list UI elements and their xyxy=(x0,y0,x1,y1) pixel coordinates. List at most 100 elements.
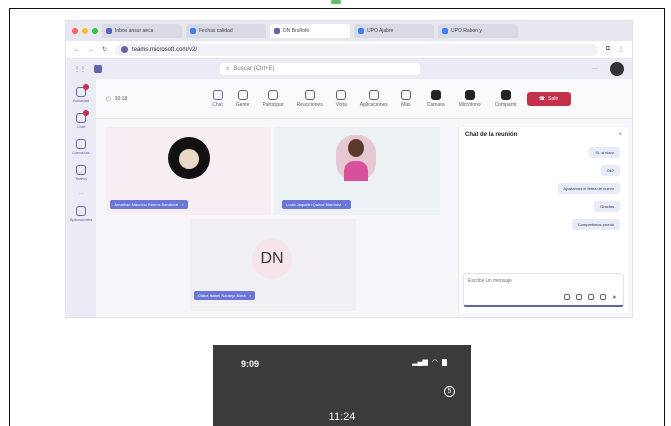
emoji-icon[interactable] xyxy=(575,294,582,300)
rail-item-more[interactable]: ··· xyxy=(79,191,83,196)
participant-tile[interactable]: Lucia Jaquelin Quiroz Martínez ▪ xyxy=(274,127,440,215)
apps-grid-icon[interactable]: ⋮⋮ xyxy=(74,66,86,73)
search-placeholder: Buscar (Ctrl+E) xyxy=(233,66,275,72)
tab-strip: Inbox ansur aeca Fechas calidad DN Bruño… xyxy=(66,21,632,41)
meeting-tools: Chat Gente Participar Reacciones Vista A… xyxy=(212,89,411,108)
compose-placeholder: Escribe un mensaje xyxy=(468,278,512,284)
maximize-window-icon[interactable] xyxy=(92,28,98,34)
mic-off-icon: ▪ xyxy=(345,202,347,207)
share-button[interactable]: Compartir xyxy=(495,89,517,108)
more-icon xyxy=(400,89,411,100)
tab-label: Fechas calidad xyxy=(199,28,233,34)
chat-icon xyxy=(76,110,89,123)
tool-label: Aplicaciones xyxy=(359,101,388,108)
browser-tab-active[interactable]: DN Bruñofo xyxy=(270,24,350,38)
format-icon[interactable] xyxy=(563,294,570,300)
user-avatar[interactable] xyxy=(610,62,624,76)
rail-item-activity[interactable]: Actividad xyxy=(72,84,90,103)
reload-icon[interactable]: ↻ xyxy=(102,46,107,53)
participant-nametag: Diana Isabel Naranjo Mora ▪ xyxy=(194,291,256,300)
avatar-face xyxy=(179,149,199,169)
tab-favicon-icon xyxy=(190,28,196,34)
signal-icon: ▂▄▆ xyxy=(412,359,428,366)
tab-favicon-icon xyxy=(442,28,448,34)
close-window-icon[interactable] xyxy=(72,28,78,34)
extensions-icon[interactable]: ⧉ xyxy=(606,46,610,53)
participant-nametag: Jonathan Mauricio Ramos Sandoval ▪ xyxy=(110,200,188,209)
search-icon: ⌕ xyxy=(226,65,230,72)
url-field[interactable]: teams.microsoft.com/v2/ xyxy=(115,43,598,56)
close-icon[interactable]: × xyxy=(618,132,622,138)
search-input[interactable]: ⌕ Buscar (Ctrl+E) xyxy=(220,63,420,75)
hang-up-icon: ☎ xyxy=(538,95,546,102)
rail-item-apps[interactable]: Aplicaciones xyxy=(70,206,92,222)
tool-raise-hand[interactable]: Participar xyxy=(262,89,284,108)
chat-message: Sí, si claro xyxy=(589,147,620,158)
menu-icon[interactable]: ⋮ xyxy=(618,46,624,53)
mic-button[interactable]: Micrófono xyxy=(458,89,481,108)
back-icon[interactable]: ← xyxy=(74,47,80,53)
phone-status-icons: ▂▄▆ ◠ xyxy=(412,358,447,366)
phone-screenshot: 9:09 ▂▄▆ ◠ 5 11:24 xyxy=(213,345,471,426)
forward-icon[interactable]: → xyxy=(88,47,94,53)
notification-badge xyxy=(82,84,89,90)
send-icon[interactable]: ➤ xyxy=(612,294,617,301)
rail-label: Chat xyxy=(76,124,86,129)
tool-chat[interactable]: Chat xyxy=(212,89,223,108)
battery-icon xyxy=(442,358,447,366)
tab-favicon-icon xyxy=(106,28,112,34)
participant-name: Diana Isabel Naranjo Mora xyxy=(198,293,246,298)
tool-label: Cámara xyxy=(426,101,445,108)
phone-badge[interactable]: 5 xyxy=(444,386,455,397)
browser-tab[interactable]: UPO Ajabre xyxy=(354,24,434,38)
chat-title: Chat de la reunión xyxy=(465,132,518,138)
plus-icon[interactable] xyxy=(599,294,606,300)
tool-apps[interactable]: Aplicaciones xyxy=(359,89,388,108)
rail-label: Actividad xyxy=(72,98,90,103)
rail-label: Aplicaciones xyxy=(69,217,93,222)
chat-messages: Sí, si claro Ok? Ajustamos el tema de nu… xyxy=(459,143,628,234)
tab-label: UPO Rabon y xyxy=(451,28,482,34)
browser-tab[interactable]: Inbox ansur aeca xyxy=(102,24,182,38)
microphone-icon xyxy=(464,89,475,100)
chat-message: Ok? xyxy=(600,165,620,176)
rail-item-teams[interactable]: Teams xyxy=(75,165,87,181)
more-options-icon[interactable]: ··· xyxy=(592,66,598,72)
tab-label: Inbox ansur aeca xyxy=(115,28,154,34)
video-stage: Jonathan Mauricio Ramos Sandoval ▪ Lucia … xyxy=(106,127,440,317)
tab-label: DN Bruñofo xyxy=(283,28,310,34)
message-input[interactable]: Escribe un mensaje ➤ xyxy=(463,273,624,307)
participant-tile[interactable]: Jonathan Mauricio Ramos Sandoval ▪ xyxy=(106,127,271,215)
top-indicator xyxy=(331,0,341,4)
tool-more[interactable]: Más xyxy=(400,89,411,108)
chat-message: Compartimos pronto xyxy=(571,219,620,230)
chat-bubble-icon xyxy=(212,89,223,100)
shield-icon: ▢ xyxy=(106,95,111,102)
attach-icon[interactable] xyxy=(587,294,594,300)
teams-header: ⋮⋮ ⌕ Buscar (Ctrl+E) ··· xyxy=(66,59,632,79)
tool-view[interactable]: Vista xyxy=(335,89,347,108)
meeting-toolbar: ▢ 10:18 Chat Gente Participar Reacciones … xyxy=(96,79,632,119)
tool-label: Vista xyxy=(335,101,347,108)
tool-label: Reacciones xyxy=(296,101,323,108)
avatar xyxy=(168,137,210,179)
smile-icon xyxy=(304,89,315,100)
apps-icon xyxy=(76,206,86,216)
tool-reactions[interactable]: Reacciones xyxy=(296,89,323,108)
participant-name: Jonathan Mauricio Ramos Sandoval xyxy=(114,202,179,207)
tool-people[interactable]: Gente xyxy=(236,89,249,108)
participant-tile[interactable]: DN Diana Isabel Naranjo Mora ▪ xyxy=(190,219,356,311)
device-controls: Cámara Micrófono Compartir xyxy=(426,89,517,108)
participant-nametag: Lucia Jaquelin Quiroz Martínez ▪ xyxy=(282,200,351,209)
minimize-window-icon[interactable] xyxy=(82,28,88,34)
rail-label: Llamadas xyxy=(72,150,90,155)
browser-tab[interactable]: Fechas calidad xyxy=(186,24,266,38)
tool-label: Chat xyxy=(212,101,223,108)
tool-label: Micrófono xyxy=(458,101,481,108)
leave-button[interactable]: ☎ Salir xyxy=(526,91,571,106)
camera-button[interactable]: Cámara xyxy=(426,89,445,108)
rail-item-chat[interactable]: Chat xyxy=(76,110,89,129)
browser-tab[interactable]: UPO Rabon y xyxy=(438,24,518,38)
compose-actions: ➤ xyxy=(563,294,617,301)
rail-item-calls[interactable]: Llamadas xyxy=(72,139,90,155)
